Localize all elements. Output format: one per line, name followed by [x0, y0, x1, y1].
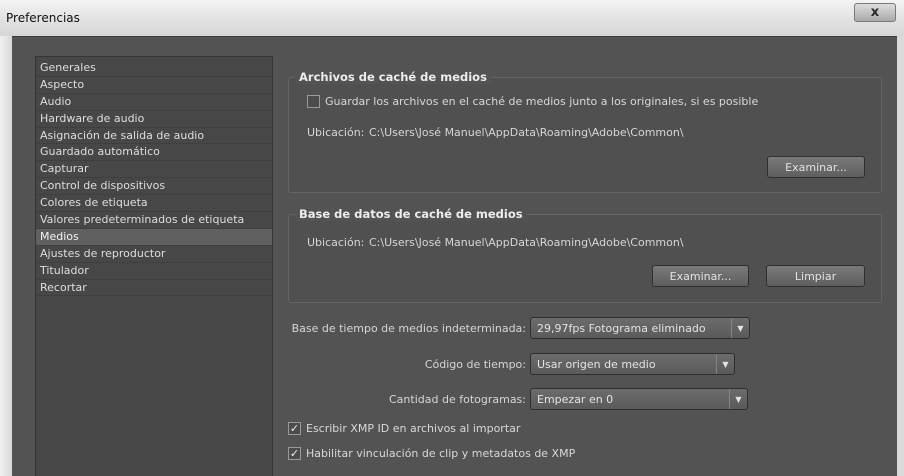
checkbox-box[interactable] — [307, 95, 320, 108]
save-cache-with-originals-label: Guardar los archivos en el caché de medi… — [325, 95, 759, 108]
close-button[interactable]: x — [854, 3, 896, 22]
cache-db-clean-button[interactable]: Limpiar — [766, 265, 865, 287]
sidebar-item-hardware-de-audio[interactable]: Hardware de audio — [36, 111, 272, 128]
sidebar-item-audio[interactable]: Audio — [36, 94, 272, 111]
preferences-client-area: Generales Aspecto Audio Hardware de audio As… — [12, 36, 897, 476]
sidebar-item-guardado-autom-tico[interactable]: Guardado automático — [36, 144, 272, 162]
chevron-down-icon: ▼ — [731, 318, 749, 338]
timebase-dropdown[interactable]: 29,97fps Fotograma eliminado ▼ — [530, 317, 750, 339]
timebase-label: Base de tiempo de medios indeterminada: — [291, 322, 526, 335]
cache-files-location-path: C:\Users\José Manuel\AppData\Roaming\Ado… — [369, 126, 684, 139]
enable-xmp-link-label: Habilitar vinculación de clip y metadato… — [306, 447, 576, 460]
timecode-dropdown[interactable]: Usar origen de medio ▼ — [530, 353, 735, 375]
checkmark-icon[interactable]: ✓ — [288, 422, 301, 435]
timecode-dropdown-value: Usar origen de medio — [537, 357, 656, 371]
framecount-label: Cantidad de fotogramas: — [389, 393, 526, 406]
sidebar-item-capturar[interactable]: Capturar — [36, 161, 272, 179]
framecount-dropdown[interactable]: Empezar en 0 ▼ — [530, 388, 748, 410]
sidebar-item-medios[interactable]: Medios — [36, 228, 272, 246]
save-cache-with-originals-checkbox[interactable]: Guardar los archivos en el caché de medi… — [307, 95, 758, 108]
close-icon: x — [870, 5, 880, 20]
media-cache-files-group: Archivos de caché de medios Guardar los … — [288, 70, 882, 193]
sidebar-item-titulador[interactable]: Titulador — [36, 263, 272, 280]
media-cache-files-title: Archivos de caché de medios — [295, 70, 491, 84]
media-cache-db-title: Base de datos de caché de medios — [295, 207, 527, 221]
cache-files-location-label: Ubicación: — [307, 126, 365, 139]
chevron-down-icon: ▼ — [729, 389, 747, 409]
sidebar-item-colores-de-etiqueta[interactable]: Colores de etiqueta — [36, 195, 272, 213]
write-xmp-id-label: Escribir XMP ID en archivos al importar — [306, 422, 521, 435]
cache-db-location-path: C:\Users\José Manuel\AppData\Roaming\Ado… — [369, 236, 684, 249]
window-title: Preferencias — [6, 11, 80, 25]
title-bar: Preferencias x — [0, 0, 904, 36]
timecode-label: Código de tiempo: — [424, 358, 526, 371]
chevron-down-icon: ▼ — [716, 354, 734, 374]
cache-db-location-label: Ubicación: — [307, 236, 365, 249]
window-frame-left — [0, 36, 12, 476]
sidebar-item-control-de-dispositivos[interactable]: Control de dispositivos — [36, 178, 272, 196]
sidebar-item-asignaci-n-de-salida-de-audio[interactable]: Asignación de salida de audio — [36, 128, 272, 145]
framecount-dropdown-value: Empezar en 0 — [537, 392, 614, 406]
sidebar-item-valores-predeterminados-de-etiqueta[interactable]: Valores predeterminados de etiqueta — [36, 212, 272, 229]
window-frame-right — [897, 36, 904, 476]
sidebar-item-aspecto[interactable]: Aspecto — [36, 77, 272, 94]
category-list[interactable]: Generales Aspecto Audio Hardware de audio As… — [35, 56, 273, 476]
sidebar-item-recortar[interactable]: Recortar — [36, 280, 272, 297]
timebase-dropdown-value: 29,97fps Fotograma eliminado — [537, 321, 706, 335]
enable-xmp-link-checkbox[interactable]: ✓ Habilitar vinculación de clip y metada… — [288, 447, 575, 460]
cache-db-browse-button[interactable]: Examinar... — [652, 265, 749, 287]
checkmark-icon[interactable]: ✓ — [288, 447, 301, 460]
sidebar-item-ajustes-de-reproductor[interactable]: Ajustes de reproductor — [36, 246, 272, 263]
cache-files-browse-button[interactable]: Examinar... — [767, 156, 865, 178]
write-xmp-id-checkbox[interactable]: ✓ Escribir XMP ID en archivos al importa… — [288, 422, 520, 435]
sidebar-item-generales[interactable]: Generales — [36, 60, 272, 77]
media-cache-db-group: Base de datos de caché de medios Ubicaci… — [288, 207, 882, 303]
